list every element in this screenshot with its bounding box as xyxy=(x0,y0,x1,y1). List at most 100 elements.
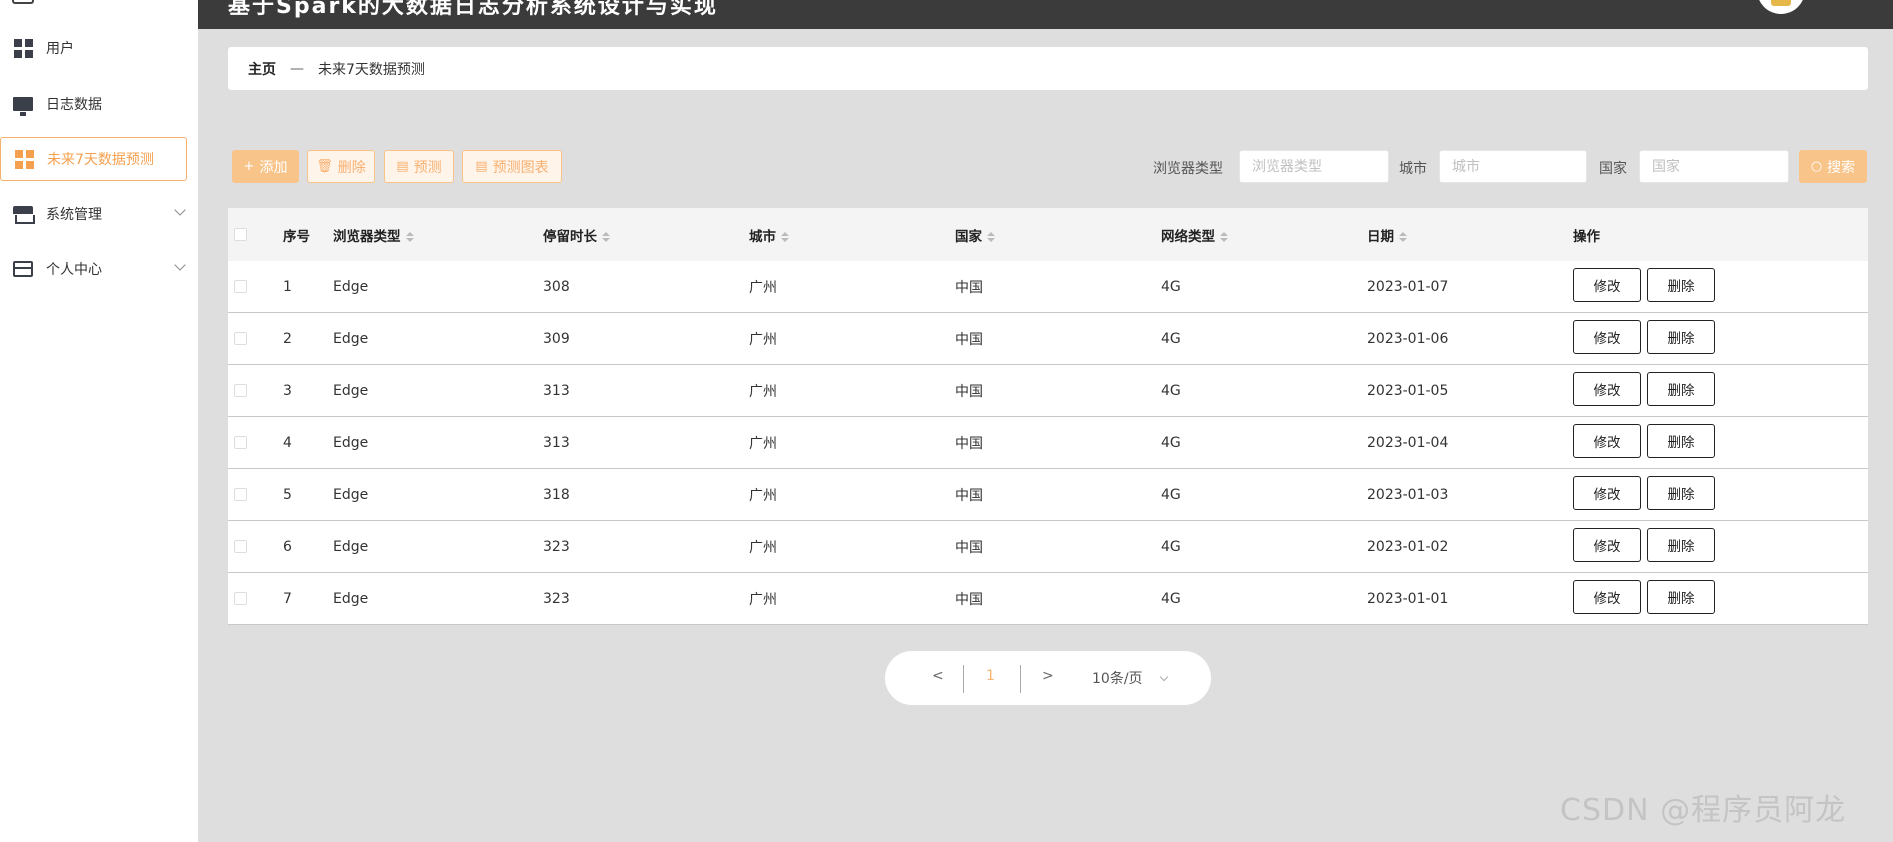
cell-duration: 313 xyxy=(543,382,570,399)
cell-network: 4G xyxy=(1161,590,1181,607)
cell-duration: 313 xyxy=(543,434,570,451)
delete-row-button[interactable]: 删除 xyxy=(1647,320,1715,354)
country-input[interactable] xyxy=(1639,150,1789,183)
next-page-button[interactable]: > xyxy=(1042,668,1054,684)
edit-button[interactable]: 修改 xyxy=(1573,528,1641,562)
edit-button[interactable]: 修改 xyxy=(1573,372,1641,406)
avatar[interactable] xyxy=(1757,0,1805,14)
forecast-chart-button[interactable]: ▤ 预测图表 xyxy=(462,150,562,183)
cell-country: 中国 xyxy=(955,539,983,556)
delete-button[interactable]: 🗑 删除 xyxy=(307,150,375,183)
chevron-down-icon xyxy=(174,204,186,216)
trash-icon: 🗑 xyxy=(316,159,333,174)
prev-page-button[interactable]: < xyxy=(932,668,944,684)
cell-city: 广州 xyxy=(749,331,777,348)
cell-city: 广州 xyxy=(749,539,777,556)
breadcrumb: 主页 — 未来7天数据预测 xyxy=(228,47,1868,90)
cell-duration: 323 xyxy=(543,590,570,607)
city-input[interactable] xyxy=(1439,150,1587,183)
delete-row-button[interactable]: 删除 xyxy=(1647,528,1715,562)
forecast-chart-button-label: 预测图表 xyxy=(492,159,549,176)
search-icon: ○ xyxy=(1810,159,1823,174)
sidebar-item-system-management[interactable]: 系统管理 xyxy=(0,192,198,236)
sidebar-item-label: 日志数据 xyxy=(46,97,102,113)
cell-city: 广州 xyxy=(749,383,777,400)
edit-button[interactable]: 修改 xyxy=(1573,476,1641,510)
menu-icon[interactable] xyxy=(12,0,34,4)
add-button-label: 添加 xyxy=(259,159,288,176)
cell-network: 4G xyxy=(1161,330,1181,347)
row-checkbox[interactable] xyxy=(234,488,247,501)
search-button-label: 搜索 xyxy=(1827,159,1856,176)
row-checkbox[interactable] xyxy=(234,592,247,605)
edit-button[interactable]: 修改 xyxy=(1573,424,1641,458)
column-header-country[interactable]: 国家 xyxy=(955,225,995,245)
row-checkbox[interactable] xyxy=(234,332,247,345)
column-header-city[interactable]: 城市 xyxy=(749,225,789,245)
delete-row-button[interactable]: 删除 xyxy=(1647,372,1715,406)
sidebar-item-label: 用户 xyxy=(46,41,74,57)
table-row: 7 Edge 323 广州 中国 4G 2023-01-01 修改 删除 xyxy=(228,573,1868,625)
table-row: 1 Edge 308 广州 中国 4G 2023-01-07 修改 删除 xyxy=(228,261,1868,313)
cell-country: 中国 xyxy=(955,435,983,452)
cell-index: 5 xyxy=(283,486,292,503)
cell-browser: Edge xyxy=(333,382,369,399)
sidebar-item-log-data[interactable]: 日志数据 xyxy=(0,82,198,126)
sort-icon xyxy=(1399,232,1407,242)
column-header-actions: 操作 xyxy=(1573,228,1600,245)
browser-type-input[interactable] xyxy=(1239,150,1389,183)
cell-date: 2023-01-04 xyxy=(1367,434,1449,451)
column-header-date[interactable]: 日期 xyxy=(1367,225,1407,245)
breadcrumb-home[interactable]: 主页 xyxy=(248,59,276,79)
sidebar-item-label: 未来7天数据预测 xyxy=(47,152,154,168)
cell-country: 中国 xyxy=(955,383,983,400)
page-number[interactable]: 1 xyxy=(986,668,995,684)
row-checkbox[interactable] xyxy=(234,436,247,449)
column-header-duration[interactable]: 停留时长 xyxy=(543,225,610,245)
cell-index: 3 xyxy=(283,382,292,399)
search-button[interactable]: ○ 搜索 xyxy=(1799,150,1867,183)
predict-button[interactable]: ▤ 预测 xyxy=(384,150,454,183)
sort-icon xyxy=(1220,232,1228,242)
delete-row-button[interactable]: 删除 xyxy=(1647,580,1715,614)
sidebar-item-users[interactable]: 用户 xyxy=(0,26,198,70)
row-checkbox[interactable] xyxy=(234,540,247,553)
edit-button[interactable]: 修改 xyxy=(1573,580,1641,614)
cell-index: 4 xyxy=(283,434,292,451)
breadcrumb-current: 未来7天数据预测 xyxy=(318,61,425,78)
watermark: CSDN @程序员阿龙 xyxy=(1560,793,1847,828)
chevron-down-icon xyxy=(174,259,186,271)
select-all-checkbox[interactable] xyxy=(234,228,247,241)
store-icon xyxy=(12,203,35,225)
delete-row-button[interactable]: 删除 xyxy=(1647,268,1715,302)
delete-button-label: 删除 xyxy=(337,159,366,176)
edit-button[interactable]: 修改 xyxy=(1573,320,1641,354)
cell-date: 2023-01-03 xyxy=(1367,486,1449,503)
column-header-network[interactable]: 网络类型 xyxy=(1161,225,1228,245)
column-header-browser[interactable]: 浏览器类型 xyxy=(333,225,414,245)
delete-row-button[interactable]: 删除 xyxy=(1647,476,1715,510)
cell-date: 2023-01-05 xyxy=(1367,382,1449,399)
cell-browser: Edge xyxy=(333,538,369,555)
page-size-select[interactable]: 10条/页 xyxy=(1092,668,1143,688)
cell-browser: Edge xyxy=(333,278,369,295)
sidebar-item-personal-center[interactable]: 个人中心 xyxy=(0,247,198,291)
cell-network: 4G xyxy=(1161,486,1181,503)
document-icon: ▤ xyxy=(396,159,409,174)
column-header-index: 序号 xyxy=(283,228,310,245)
sidebar-item-forecast[interactable]: 未来7天数据预测 xyxy=(0,137,187,181)
sidebar-item-label: 系统管理 xyxy=(46,207,102,223)
cell-network: 4G xyxy=(1161,382,1181,399)
delete-row-button[interactable]: 删除 xyxy=(1647,424,1715,458)
cell-duration: 323 xyxy=(543,538,570,555)
cell-country: 中国 xyxy=(955,591,983,608)
table-body: 1 Edge 308 广州 中国 4G 2023-01-07 修改 删除 2 Edge 309 广州 中国… xyxy=(228,261,1868,625)
row-checkbox[interactable] xyxy=(234,280,247,293)
add-button[interactable]: + 添加 xyxy=(232,150,299,183)
cell-browser: Edge xyxy=(333,486,369,503)
cell-country: 中国 xyxy=(955,279,983,296)
edit-button[interactable]: 修改 xyxy=(1573,268,1641,302)
card-icon xyxy=(12,258,34,280)
sort-icon xyxy=(602,232,610,242)
row-checkbox[interactable] xyxy=(234,384,247,397)
